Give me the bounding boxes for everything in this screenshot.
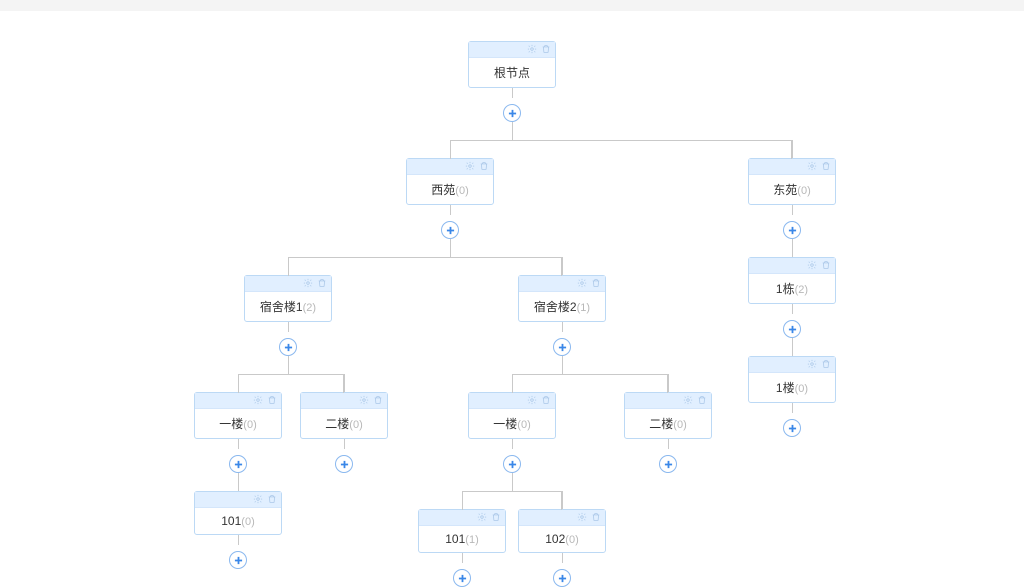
node-label: 101 [445, 532, 465, 546]
node-count: (1) [465, 534, 478, 546]
add-child-button[interactable] [659, 455, 677, 473]
trash-icon[interactable] [821, 259, 831, 273]
add-child-button[interactable] [229, 551, 247, 569]
gear-icon[interactable] [477, 511, 487, 525]
node-count: (0) [517, 419, 530, 431]
node-label: 1栋 [776, 282, 795, 296]
gear-icon[interactable] [527, 394, 537, 408]
tree-node[interactable]: 102(0) [518, 509, 606, 553]
node-count: (0) [241, 516, 254, 528]
add-child-button[interactable] [553, 338, 571, 356]
add-child-button[interactable] [783, 419, 801, 437]
tree-node[interactable]: 宿舍楼2(1) [518, 275, 606, 322]
node-count: (0) [565, 534, 578, 546]
tree-node[interactable]: 二楼(0) [300, 392, 388, 439]
node-count: (1) [577, 302, 590, 314]
tree-node[interactable]: 东苑(0) [748, 158, 836, 205]
node-count: (0) [243, 419, 256, 431]
node-count: (0) [455, 185, 468, 197]
trash-icon[interactable] [821, 358, 831, 372]
trash-icon[interactable] [541, 43, 551, 57]
gear-icon[interactable] [807, 160, 817, 174]
add-child-button[interactable] [503, 455, 521, 473]
add-child-button[interactable] [441, 221, 459, 239]
trash-icon[interactable] [267, 394, 277, 408]
add-child-button[interactable] [783, 320, 801, 338]
add-child-button[interactable] [229, 455, 247, 473]
add-child-button[interactable] [335, 455, 353, 473]
gear-icon[interactable] [359, 394, 369, 408]
trash-icon[interactable] [373, 394, 383, 408]
org-tree: 根节点 西苑(0) [0, 11, 1024, 587]
tree-node[interactable]: 宿舍楼1(2) [244, 275, 332, 322]
trash-icon[interactable] [591, 511, 601, 525]
tree-node-root[interactable]: 根节点 [468, 41, 556, 88]
tree-node[interactable]: 1楼(0) [748, 356, 836, 403]
node-label: 一楼 [493, 417, 517, 431]
node-label: 102 [545, 532, 565, 546]
tree-node[interactable]: 1栋(2) [748, 257, 836, 304]
gear-icon[interactable] [807, 259, 817, 273]
gear-icon[interactable] [577, 277, 587, 291]
trash-icon[interactable] [697, 394, 707, 408]
add-child-button[interactable] [279, 338, 297, 356]
tree-node[interactable]: 西苑(0) [406, 158, 494, 205]
gear-icon[interactable] [253, 493, 263, 507]
node-count: (2) [303, 302, 316, 314]
tree-canvas: { "tree": { "root": { "label": "根节点", "c… [0, 11, 1024, 579]
add-child-button[interactable] [553, 569, 571, 587]
tree-node[interactable]: 二楼(0) [624, 392, 712, 439]
node-label: 宿舍楼1 [260, 300, 303, 314]
node-count: (0) [797, 185, 810, 197]
node-label: 1楼 [776, 381, 795, 395]
add-child-button[interactable] [503, 104, 521, 122]
node-count: (0) [349, 419, 362, 431]
node-label: 二楼 [325, 417, 349, 431]
gear-icon[interactable] [577, 511, 587, 525]
node-count: (0) [673, 419, 686, 431]
add-child-button[interactable] [783, 221, 801, 239]
trash-icon[interactable] [591, 277, 601, 291]
gear-icon[interactable] [527, 43, 537, 57]
gear-icon[interactable] [253, 394, 263, 408]
node-label: 西苑 [431, 183, 455, 197]
gear-icon[interactable] [807, 358, 817, 372]
gear-icon[interactable] [303, 277, 313, 291]
trash-icon[interactable] [479, 160, 489, 174]
trash-icon[interactable] [267, 493, 277, 507]
node-label: 根节点 [494, 66, 530, 80]
tree-node[interactable]: 101(1) [418, 509, 506, 553]
gear-icon[interactable] [465, 160, 475, 174]
node-label: 宿舍楼2 [534, 300, 577, 314]
tree-node[interactable]: 一楼(0) [468, 392, 556, 439]
trash-icon[interactable] [541, 394, 551, 408]
trash-icon[interactable] [821, 160, 831, 174]
tree-node[interactable]: 一楼(0) [194, 392, 282, 439]
trash-icon[interactable] [491, 511, 501, 525]
node-count: (0) [795, 383, 808, 395]
gear-icon[interactable] [683, 394, 693, 408]
top-strip [0, 0, 1024, 11]
tree-node[interactable]: 101(0) [194, 491, 282, 535]
node-label: 二楼 [649, 417, 673, 431]
add-child-button[interactable] [453, 569, 471, 587]
node-label: 一楼 [219, 417, 243, 431]
node-count: (2) [795, 284, 808, 296]
node-label: 101 [221, 514, 241, 528]
node-label: 东苑 [773, 183, 797, 197]
trash-icon[interactable] [317, 277, 327, 291]
